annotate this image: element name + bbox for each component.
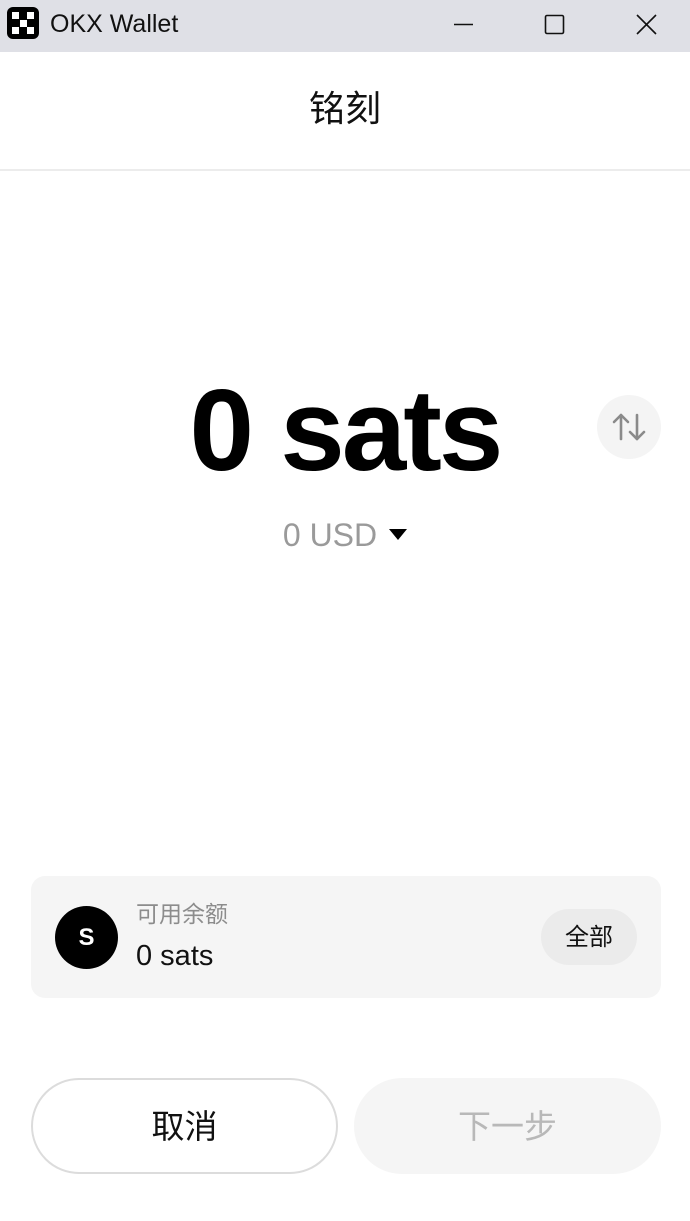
amount-display[interactable]: 0 sats — [0, 370, 690, 490]
use-all-button[interactable]: 全部 — [541, 909, 637, 965]
window-title: OKX Wallet — [50, 10, 179, 38]
fiat-amount: 0 USD — [282, 517, 378, 553]
next-step-button[interactable]: 下一步 — [354, 1078, 661, 1174]
minimize-button[interactable] — [418, 0, 510, 52]
cancel-button[interactable]: 取消 — [31, 1078, 338, 1174]
close-button[interactable] — [600, 0, 690, 52]
window-titlebar: OKX Wallet — [0, 0, 690, 52]
maximize-button[interactable] — [509, 0, 601, 52]
page-header: 铭刻 — [0, 52, 690, 171]
close-icon — [636, 14, 657, 35]
balance-label: 可用余额 — [136, 902, 228, 928]
swap-vertical-icon — [612, 413, 646, 441]
balance-value: 0 sats — [136, 940, 214, 972]
swap-unit-button[interactable] — [597, 395, 661, 459]
okx-logo-icon — [7, 7, 39, 39]
caret-down-icon — [389, 529, 408, 541]
page-title: 铭刻 — [308, 89, 381, 130]
token-avatar: S — [55, 906, 118, 969]
fiat-amount-selector[interactable]: 0 USD — [0, 515, 690, 555]
maximize-icon — [544, 14, 565, 35]
minimize-icon — [454, 23, 473, 26]
balance-card: S 可用余额 0 sats 全部 — [31, 876, 661, 998]
